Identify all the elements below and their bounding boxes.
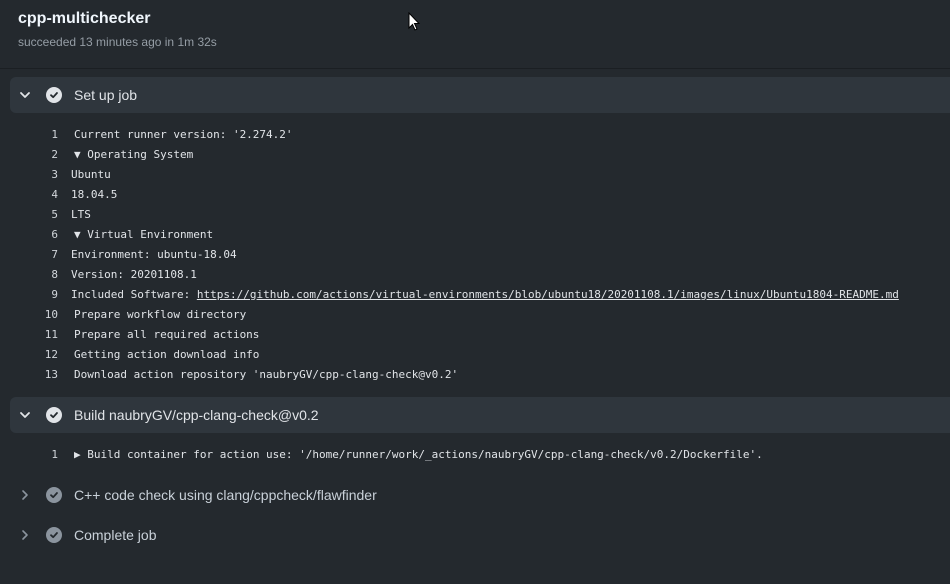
caret-right-icon: ▶ bbox=[74, 447, 88, 461]
caret-down-icon: ▼ bbox=[74, 147, 88, 161]
check-circle-icon bbox=[46, 87, 62, 103]
log-line: 4 18.04.5 bbox=[51, 187, 118, 201]
log-line: 13 Download action repository 'naubryGV/c… bbox=[44, 367, 459, 381]
chevron-down-icon bbox=[18, 88, 32, 102]
step-log: 1 ▶ Build container for action use: '/hom… bbox=[10, 444, 950, 464]
step-set-up-job[interactable]: Set up job bbox=[10, 77, 950, 113]
chevron-right-icon bbox=[18, 488, 32, 502]
step-log: 1 Current runner version: '2.274.2' 2 ▼ Op… bbox=[10, 124, 950, 384]
check-circle-icon bbox=[46, 527, 62, 543]
log-line: 12 Getting action download info bbox=[44, 347, 260, 361]
caret-down-icon: ▼ bbox=[74, 227, 88, 241]
log-line: 8 Version: 20201108.1 bbox=[51, 267, 197, 281]
step-title: Set up job bbox=[74, 87, 138, 103]
step-title: Build naubryGV/cpp-clang-check@v0.2 bbox=[74, 407, 319, 423]
log-line: 3 Ubuntu bbox=[51, 167, 111, 181]
step-title: Complete job bbox=[74, 527, 157, 543]
chevron-right-icon bbox=[18, 528, 32, 542]
step-title: C++ code check using clang/cppcheck/flaw… bbox=[74, 487, 377, 503]
log-line-group[interactable]: 6 ▼ Virtual Environment bbox=[10, 224, 950, 244]
log-line-group[interactable]: 1 ▶ Build container for action use: '/hom… bbox=[10, 444, 950, 464]
log-line: 11 Prepare all required actions bbox=[44, 327, 260, 341]
check-circle-icon bbox=[46, 487, 62, 503]
job-title: cpp-multichecker bbox=[18, 10, 151, 27]
included-software-link[interactable]: https://github.com/actions/virtual-envir… bbox=[197, 288, 899, 301]
mouse-pointer-icon bbox=[408, 11, 421, 37]
log-line: 5 LTS bbox=[51, 207, 91, 221]
log-line: 9 Included Software: https://github.com/a… bbox=[51, 287, 899, 301]
step-code-check[interactable]: C++ code check using clang/cppcheck/flaw… bbox=[10, 477, 950, 513]
step-build-action[interactable]: Build naubryGV/cpp-clang-check@v0.2 bbox=[10, 397, 950, 433]
job-header: cpp-multichecker succeeded 13 minutes ag… bbox=[0, 0, 950, 69]
log-line-group[interactable]: 2 ▼ Operating System bbox=[10, 144, 950, 164]
log-line: 10 Prepare workflow directory bbox=[44, 307, 247, 321]
check-circle-icon bbox=[46, 407, 62, 423]
step-complete-job[interactable]: Complete job bbox=[10, 517, 950, 553]
log-line: 7 Environment: ubuntu-18.04 bbox=[51, 247, 237, 261]
log-line: 1 Current runner version: '2.274.2' bbox=[51, 127, 293, 141]
chevron-down-icon bbox=[18, 408, 32, 422]
job-status: succeeded 13 minutes ago in 1m 32s bbox=[18, 35, 217, 49]
